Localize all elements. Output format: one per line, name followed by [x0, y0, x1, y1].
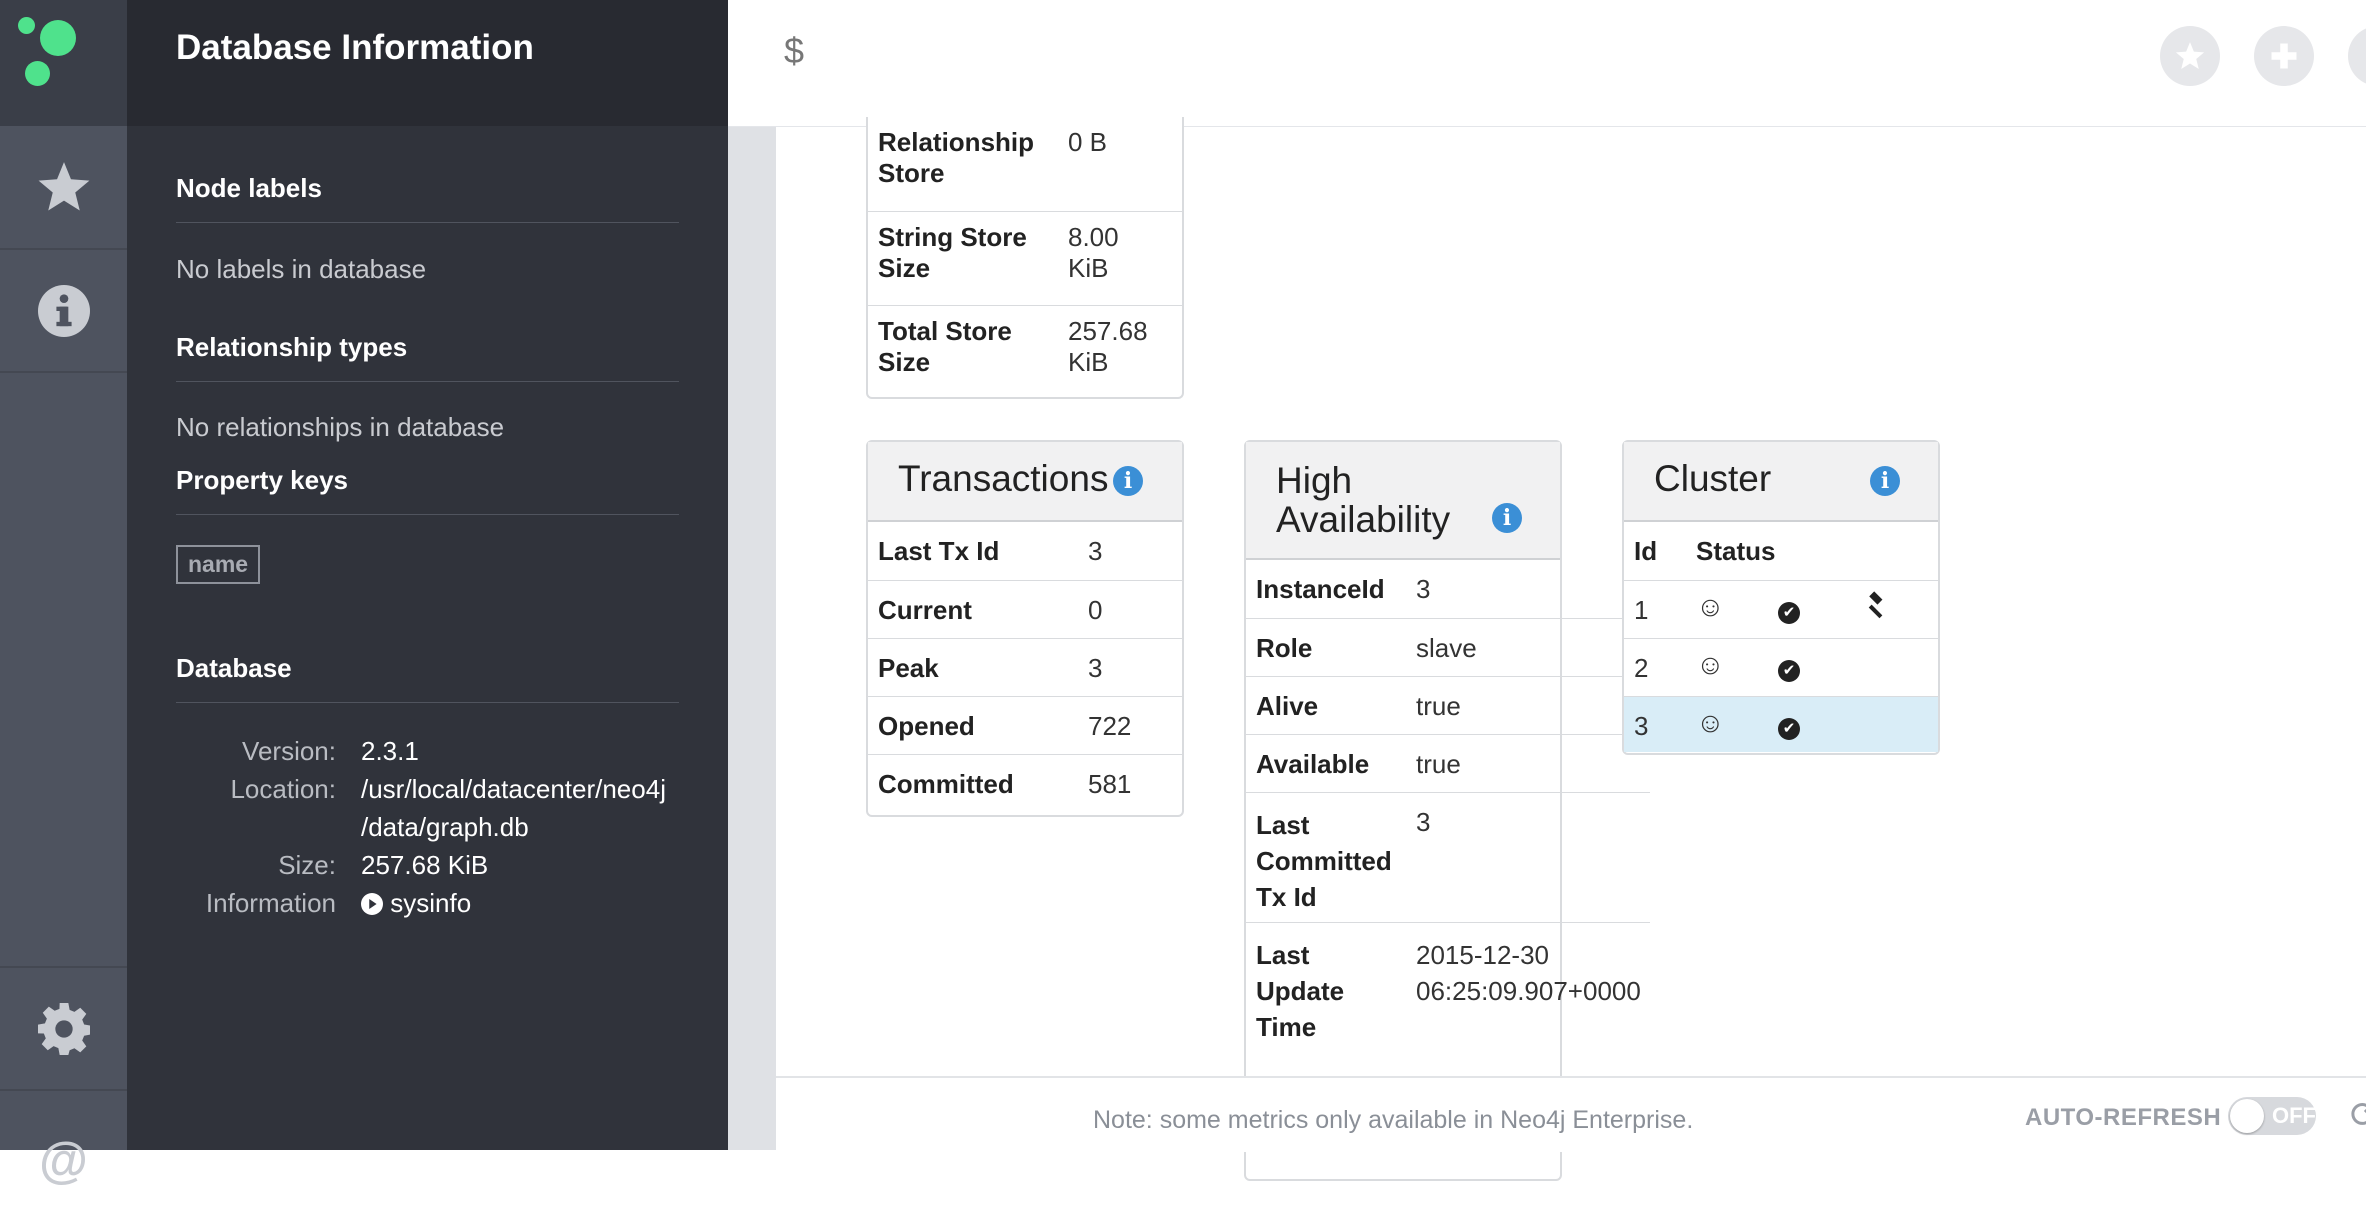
toggle-state-label: OFF: [2272, 1103, 2316, 1128]
refresh-icon[interactable]: ⟳: [2350, 1094, 2366, 1136]
information-label: Information: [205, 888, 336, 918]
high-availability-panel: High Availability i InstanceId 3 Role slave…: [1244, 440, 1650, 1181]
alive-icon: ☺: [1696, 579, 1778, 638]
table-row[interactable]: 1 ☺ ✔: [1624, 579, 1938, 638]
info-button[interactable]: [0, 250, 127, 373]
table-header-row: Id Status: [1634, 536, 1776, 566]
table-row: Opened 722: [868, 695, 1182, 754]
plus-icon: [2271, 43, 2297, 69]
location-value-line1: /usr/local/datacenter/neo4j: [361, 774, 666, 804]
at-sign-icon: @: [39, 1131, 88, 1188]
relationship-types-title: Relationship types: [176, 332, 679, 382]
info-icon[interactable]: i: [1492, 503, 1522, 533]
database-title: Database: [176, 653, 679, 703]
cluster-panel: Cluster i Id Status 1 ☺ ✔ 2 ☺ ✔ 3 ☺ ✔: [1622, 440, 1940, 755]
relationship-store-label: Relationship Store: [878, 127, 1035, 188]
settings-button[interactable]: [0, 966, 127, 1091]
node-labels-title: Node labels: [176, 173, 679, 223]
neo4j-logo[interactable]: [0, 0, 127, 126]
clear-editor-button[interactable]: [2348, 26, 2366, 86]
drawer-header: Database Information: [127, 0, 728, 126]
transactions-title: Transactions: [898, 458, 1109, 499]
gear-icon: [37, 1002, 90, 1055]
size-label: Size:: [278, 850, 336, 880]
auto-refresh-label: AUTO-REFRESH: [2025, 1104, 2222, 1131]
alive-icon: ☺: [1696, 637, 1778, 696]
location-label: Location:: [230, 774, 336, 804]
info-circle-icon: [37, 284, 90, 337]
alive-icon: ☺: [1696, 695, 1778, 752]
run-query-button[interactable]: [2254, 26, 2314, 86]
version-label: Version:: [242, 736, 336, 766]
total-store-value: 257.68 KiB: [1058, 304, 1182, 395]
property-keys-title: Property keys: [176, 465, 679, 515]
drawer-title: Database Information: [176, 28, 534, 67]
string-store-label: String Store Size: [868, 210, 1058, 305]
relationship-types-empty: No relationships in database: [176, 412, 505, 442]
table-row: Alive true: [1246, 675, 1650, 734]
transactions-table: Last Tx Id 3 Current 0 Peak 3 Opened 722 Com…: [868, 522, 1182, 812]
favorite-query-button[interactable]: [2160, 26, 2220, 86]
high-availability-table: InstanceId 3 Role slave Alive true Availabl…: [1246, 560, 1650, 1045]
star-icon: [2175, 41, 2205, 69]
auto-refresh-toggle[interactable]: OFF: [2228, 1097, 2316, 1135]
available-check-icon: ✔: [1778, 637, 1863, 696]
table-row[interactable]: 2 ☺ ✔: [1624, 637, 1938, 696]
toggle-knob: [2230, 1099, 2264, 1133]
cluster-header: Cluster i: [1624, 442, 1938, 522]
location-value-line2: /data/graph.db: [361, 812, 529, 842]
total-store-label: Total Store Size: [868, 304, 1058, 395]
table-row: Peak 3: [868, 637, 1182, 696]
relationship-store-value: 0 B: [1068, 127, 1108, 157]
stream-gutter: [728, 127, 776, 1150]
cluster-table: Id Status 1 ☺ ✔ 2 ☺ ✔ 3 ☺ ✔: [1624, 522, 1938, 752]
table-row: Current 0: [868, 579, 1182, 638]
gavel-icon: [1863, 579, 1938, 638]
table-row: Last Update Time 2015-12-30 06:25:09.907+000…: [1246, 921, 1650, 1045]
size-value: 257.68 KiB: [361, 850, 489, 880]
sysinfo-link-label: sysinfo: [390, 888, 472, 918]
table-row: Last Tx Id 3: [878, 536, 1103, 566]
table-row: Committed 581: [868, 753, 1182, 812]
table-row: Role slave: [1246, 617, 1650, 676]
enterprise-note: Note: some metrics only available in Neo…: [1093, 1106, 1694, 1134]
table-row: Available true: [1246, 733, 1650, 792]
version-value: 2.3.1: [361, 736, 419, 766]
play-circle-icon: [361, 893, 383, 915]
table-row: InstanceId 3: [1256, 574, 1431, 604]
editor-prompt[interactable]: $: [784, 30, 804, 72]
info-icon[interactable]: i: [1870, 466, 1900, 496]
cluster-title: Cluster: [1654, 458, 1772, 499]
transactions-panel: Transactions i Last Tx Id 3 Current 0 Peak…: [866, 440, 1184, 817]
sysinfo-frame: Relationship Store 0 B String Store Size 8…: [776, 117, 2366, 1181]
high-availability-header: High Availability i: [1246, 442, 1560, 560]
available-check-icon: ✔: [1778, 695, 1863, 752]
transactions-header: Transactions i: [868, 442, 1182, 522]
editor-bar: $: [728, 0, 2366, 127]
icon-rail: @: [0, 0, 127, 1188]
available-check-icon: ✔: [1778, 579, 1863, 638]
high-availability-title: High Availability: [1276, 460, 1451, 540]
table-row: Last Committed Tx Id 3: [1246, 791, 1650, 922]
property-key-chip[interactable]: name: [176, 545, 261, 584]
frame-footer: Note: some metrics only available in Neo…: [776, 1076, 2366, 1152]
favorites-button[interactable]: [0, 127, 127, 250]
store-sizes-panel: Relationship Store 0 B String Store Size 8…: [866, 117, 1184, 399]
info-icon[interactable]: i: [1113, 466, 1143, 496]
node-labels-empty: No labels in database: [176, 254, 427, 284]
sysinfo-link[interactable]: sysinfo: [361, 888, 471, 919]
star-icon: [38, 161, 89, 210]
string-store-value: 8.00 KiB: [1058, 210, 1182, 305]
table-row-current[interactable]: 3 ☺ ✔: [1624, 695, 1938, 752]
database-information-drawer: Database Information Node labels No labe…: [127, 0, 728, 1150]
